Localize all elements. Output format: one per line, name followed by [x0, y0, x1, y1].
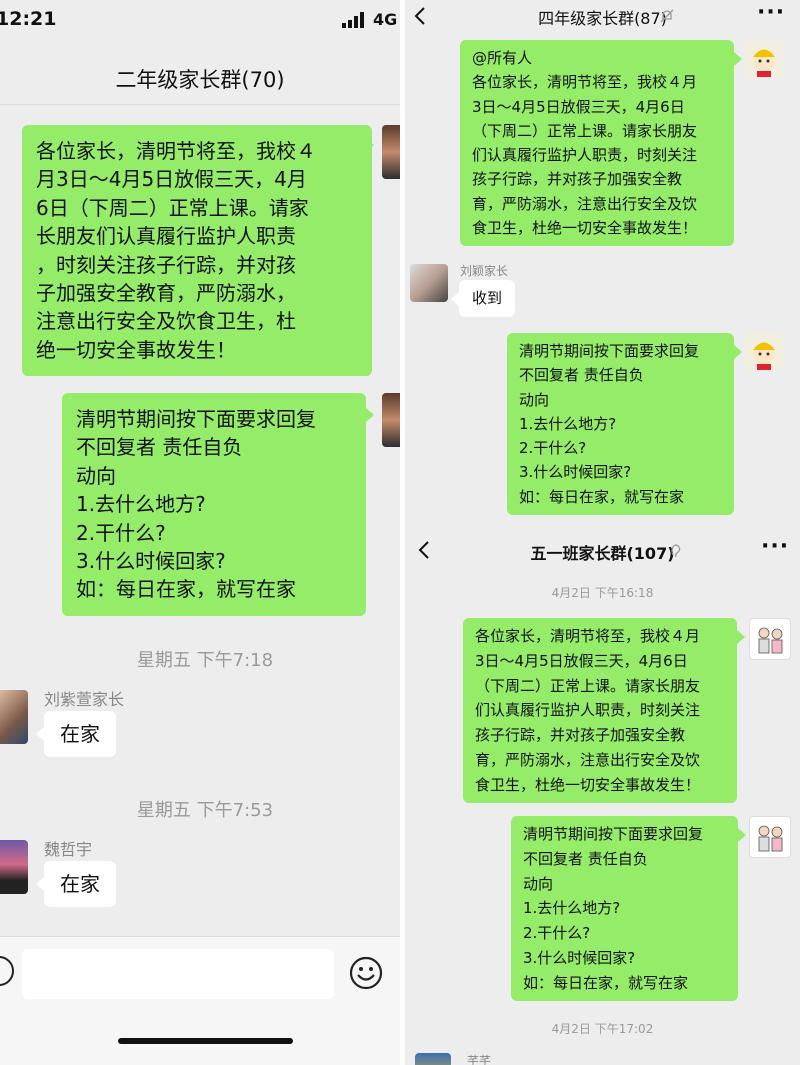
home-indicator	[118, 1038, 293, 1044]
bubble-tail	[366, 138, 374, 152]
bubble-tail	[734, 345, 742, 359]
sender-name: 刘紫萱家长	[44, 690, 125, 709]
more-icon[interactable]: ···	[757, 0, 785, 25]
announcement-bubble[interactable]: 各位家长，清明节将至，我校４月 3日～4月5日放假三天，4月6日 （下周二）正常…	[463, 618, 737, 804]
sender-avatar[interactable]	[382, 125, 400, 179]
teacher-avatar[interactable]	[749, 618, 791, 660]
reply-instruction-bubble[interactable]: 清明节期间按下面要求回复 不回复者 责任自负 动向 1.去什么地方? 2.干什么…	[507, 333, 734, 516]
message-input[interactable]	[22, 949, 334, 999]
signal-icon	[342, 12, 368, 28]
announcement-bubble[interactable]: 各位家长，清明节将至，我校４ 月3日～4月5日放假三天，4月 6日（下周二）正常…	[22, 125, 372, 377]
reply-instruction-bubble[interactable]: 清明节期间按下面要求回复 不回复者 责任自负 动向 1.去什么地方? 2.干什么…	[511, 816, 738, 1002]
right-bottom-chat-screen: 五一班家长群(107) ··· 4月2日 下午16:18 各位家长，清明节将至，…	[405, 530, 800, 1065]
sender-name: 魏哲宇	[44, 840, 93, 859]
bubble-tail	[36, 877, 44, 891]
reply-bubble[interactable]: 收到	[459, 280, 516, 318]
parent-avatar[interactable]	[410, 264, 448, 302]
sender-name: 刘颖家长	[460, 264, 509, 278]
announcement-bubble[interactable]: @所有人 各位家长，清明节将至，我校４月 3日～4月5日放假三天，4月6日 （下…	[460, 40, 734, 247]
timestamp: 4月2日 下午17:02	[551, 1022, 654, 1036]
timestamp: 星期五 下午7:53	[136, 800, 274, 821]
reply-bubble[interactable]: 在家	[44, 711, 116, 758]
bubble-tail	[737, 630, 745, 644]
bubble-tail	[451, 292, 459, 306]
teacher-avatar[interactable]	[745, 333, 783, 371]
parent-avatar[interactable]	[415, 1053, 451, 1065]
reply-bubble[interactable]: 在家	[44, 861, 116, 908]
right-top-chat-screen: 四年级家长群(87) ··· @所有人 各位家长，清明节将至，我校４月 3日～4…	[405, 0, 800, 540]
ear-icon	[670, 543, 682, 559]
chat-title: 二年级家长群(70)	[115, 68, 285, 92]
reply-instruction-bubble[interactable]: 清明节期间按下面要求回复 不回复者 责任自负 动向 1.去什么地方? 2.干什么…	[62, 393, 366, 616]
parent-avatar[interactable]	[0, 690, 28, 744]
sender-name: 芊芊	[467, 1054, 492, 1065]
timestamp: 4月2日 下午16:18	[551, 586, 654, 600]
emoji-icon[interactable]	[349, 956, 383, 990]
teacher-avatar[interactable]	[749, 816, 791, 858]
teacher-avatar[interactable]	[745, 40, 783, 78]
bubble-tail	[738, 828, 746, 842]
left-chat-screen: 12:21 4G 二年级家长群(70) 各位家长，清明节将至，我校４ 月3日～4…	[0, 0, 400, 1065]
timestamp: 星期五 下午7:18	[136, 650, 274, 671]
network-label: 4G	[373, 10, 398, 29]
bubble-tail	[734, 52, 742, 66]
header-divider	[0, 104, 400, 105]
bubble-tail	[366, 408, 374, 422]
chat-title: 五一班家长群(107)	[530, 544, 675, 563]
parent-avatar[interactable]	[0, 840, 28, 894]
more-icon[interactable]: ···	[761, 534, 789, 559]
status-time: 12:21	[0, 8, 57, 30]
chat-title: 四年级家长群(87)	[538, 9, 667, 28]
mute-bell-icon	[660, 8, 674, 24]
bubble-tail	[36, 727, 44, 741]
sender-avatar[interactable]	[382, 393, 400, 447]
